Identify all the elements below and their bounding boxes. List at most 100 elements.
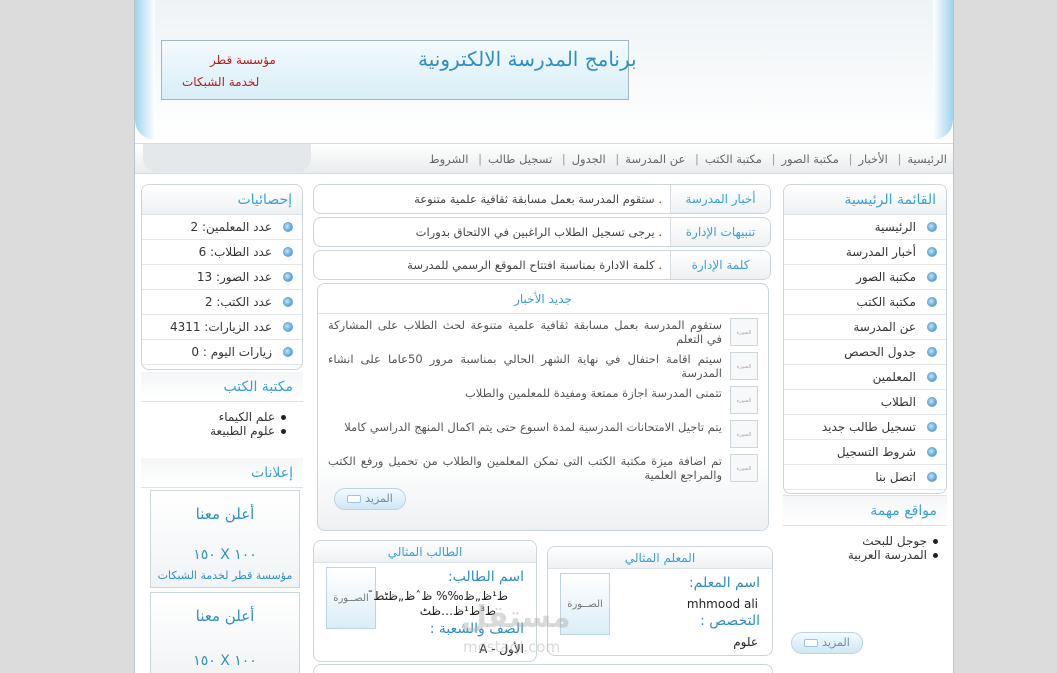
stats-box: إحصائيات عدد المعلمين: 2 عدد الطلاب: 6 ع…	[141, 184, 303, 370]
next-box-top	[313, 664, 773, 673]
main-menu-box: القائمة الرئيسية الرئيسية أخبار المدرسة …	[783, 184, 947, 494]
book-library-title: مكتبة الكتب	[141, 372, 303, 402]
ticker-text[interactable]: . كلمة الادارة بمناسبة افتتاح الموقع الر…	[316, 251, 662, 279]
nav-link-news[interactable]: الأخبار	[858, 152, 887, 166]
ticker-school-news: أخبار المدرسة . ستقوم المدرسة بعمل مسابق…	[313, 184, 771, 214]
menu-item-home[interactable]: الرئيسية	[784, 215, 946, 240]
nav-separator: |	[561, 152, 566, 166]
menu-item-teachers[interactable]: المعلمين	[784, 365, 946, 390]
main-menu-title: القائمة الرئيسية	[784, 185, 946, 215]
bullet-icon	[283, 347, 293, 357]
news-item[interactable]: الصورة يتم تاجيل الامتحانات المدرسية لمد…	[328, 420, 758, 448]
bullet-icon	[927, 272, 937, 282]
menu-item-contact[interactable]: اتصل بنا	[784, 465, 946, 490]
bullet-icon	[283, 222, 293, 232]
news-item[interactable]: الصورة سيتم اقامة احتفال في نهاية الشهر …	[328, 352, 758, 380]
arrow-left-icon	[347, 495, 362, 503]
nav-links: الرئيسية | الأخبار | مكتبة الصور | مكتبة ال…	[429, 152, 947, 166]
stat-photos: عدد الصور: 13	[142, 265, 302, 290]
book-link-nature[interactable]: علوم الطبيعة	[141, 424, 287, 438]
header-right-edge	[933, 0, 953, 140]
stat-books: عدد الكتب: 2	[142, 290, 302, 315]
menu-item-registration-terms[interactable]: شروط التسجيل	[784, 440, 946, 465]
stat-teachers: عدد المعلمين: 2	[142, 215, 302, 240]
ad-headline: أعلن معنا	[195, 505, 255, 523]
nav-link-books[interactable]: مكتبة الكتب	[705, 152, 762, 166]
nav-link-register[interactable]: تسجيل طالب	[488, 152, 552, 166]
ad-org: مؤسسة قطر لخدمة الشبكات	[157, 569, 293, 582]
header-banner: برنامج المدرسة الالكترونية مؤسسة قطر لخد…	[161, 40, 637, 100]
menu-item-register-student[interactable]: تسجيل طالب جديد	[784, 415, 946, 440]
news-more-button[interactable]: المزيد	[334, 488, 406, 510]
bullet-icon	[283, 297, 293, 307]
watermark-logo: مستقل	[461, 600, 571, 635]
teacher-name-label: اسم المعلم:	[688, 575, 760, 591]
header-left-edge	[135, 0, 155, 140]
site-header: برنامج المدرسة الالكترونية مؤسسة قطر لخد…	[135, 0, 953, 140]
ticker-label[interactable]: كلمة الإدارة	[670, 251, 770, 279]
ad-card[interactable]: أعلن معنا ١٥٠ X ١٠٠	[150, 592, 300, 673]
news-thumbnail: الصورة	[730, 352, 758, 380]
arrow-left-icon	[804, 639, 819, 647]
latest-news-box: جديد الأخبار الصورة ستقوم المدرسة بعمل م…	[317, 283, 769, 531]
news-item[interactable]: الصورة تم اضافة ميزة مكتبة الكتب التى تم…	[328, 454, 758, 482]
book-library-list: علم الكيماء علوم الطبيعة	[141, 410, 303, 438]
main-menu-list: الرئيسية أخبار المدرسة مكتبة الصور مكتبة…	[784, 215, 946, 490]
stat-visits: عدد الزيارات: 4311	[142, 315, 302, 340]
ideal-teacher-title: المعلم المثالي	[548, 547, 772, 569]
bullet-icon	[283, 322, 293, 332]
nav-link-schedule[interactable]: الجدول	[572, 152, 606, 166]
news-thumbnail: الصورة	[730, 420, 758, 448]
news-item[interactable]: الصورة تتمنى المدرسة اجازة ممتعة ومفيدة …	[328, 386, 758, 414]
news-thumbnail: الصورة	[730, 454, 758, 482]
watermark-domain: mostaql.com	[463, 638, 561, 656]
menu-item-book-library[interactable]: مكتبة الكتب	[784, 290, 946, 315]
book-library-box: مكتبة الكتب علم الكيماء علوم الطبيعة	[141, 372, 303, 456]
nav-link-terms[interactable]: الشروط	[429, 152, 469, 166]
bullet-icon	[927, 447, 937, 457]
ticker-text[interactable]: . يرجى تسجيل الطلاب الراغبين في الالتحاق…	[316, 218, 662, 246]
nav-separator: |	[478, 152, 482, 166]
bullet-icon	[927, 472, 937, 482]
nav-separator: |	[848, 152, 853, 166]
ticker-label[interactable]: تنبيهات الإدارة	[670, 218, 770, 246]
ad-card[interactable]: أعلن معنا ١٥٠ X ١٠٠ مؤسسة قطر لخدمة الشب…	[150, 490, 300, 588]
news-item[interactable]: الصورة ستقوم المدرسة بعمل مسابقة ثقافية …	[328, 318, 758, 346]
ad-headline: أعلن معنا	[195, 607, 255, 625]
nav-separator: |	[615, 152, 620, 166]
bullet-icon	[927, 422, 937, 432]
bullet-icon	[927, 222, 937, 232]
ticker-label[interactable]: أخبار المدرسة	[670, 185, 770, 213]
nav-separator: |	[694, 152, 699, 166]
stat-today-visits: زيارات اليوم : 0	[142, 340, 302, 365]
site-link-arab-school[interactable]: المدرسة العربية	[783, 548, 939, 562]
stats-list: عدد المعلمين: 2 عدد الطلاب: 6 عدد الصور:…	[142, 215, 302, 365]
nav-link-photos[interactable]: مكتبة الصور	[781, 152, 838, 166]
ticker-admin-word: كلمة الإدارة . كلمة الادارة بمناسبة افتت…	[313, 250, 771, 280]
book-link-chemistry[interactable]: علم الكيماء	[141, 410, 287, 424]
menu-item-about[interactable]: عن المدرسة	[784, 315, 946, 340]
bullet-icon	[927, 372, 937, 382]
navbar-tab-decoration	[143, 144, 311, 172]
nav-link-about[interactable]: عن المدرسة	[625, 152, 685, 166]
site-link-google[interactable]: جوجل للبحث	[783, 534, 939, 548]
top-navbar: الرئيسية | الأخبار | مكتبة الصور | مكتبة ال…	[135, 143, 953, 174]
sites-more-button[interactable]: المزيد	[791, 632, 863, 654]
nav-separator: |	[897, 152, 902, 166]
page-container: برنامج المدرسة الالكترونية مؤسسة قطر لخد…	[134, 0, 954, 673]
menu-item-photo-library[interactable]: مكتبة الصور	[784, 265, 946, 290]
teacher-spec-label: التخصص :	[700, 613, 760, 629]
latest-news-title: جديد الأخبار	[318, 284, 768, 314]
nav-link-home[interactable]: الرئيسية	[907, 152, 947, 166]
bullet-icon	[927, 347, 937, 357]
menu-item-school-news[interactable]: أخبار المدرسة	[784, 240, 946, 265]
ticker-text[interactable]: . ستقوم المدرسة بعمل مسابقة ثقافية علمية…	[316, 185, 662, 213]
teacher-name: mhmood ali	[686, 597, 758, 611]
stat-students: عدد الطلاب: 6	[142, 240, 302, 265]
bullet-icon	[927, 297, 937, 307]
menu-item-timetable[interactable]: جدول الحصص	[784, 340, 946, 365]
menu-item-students[interactable]: الطلاب	[784, 390, 946, 415]
bullet-icon	[283, 247, 293, 257]
org-tagline: لخدمة الشبكات	[182, 75, 260, 89]
ideal-teacher-box: المعلم المثالي الصــورة اسم المعلم: mhmo…	[547, 546, 773, 656]
